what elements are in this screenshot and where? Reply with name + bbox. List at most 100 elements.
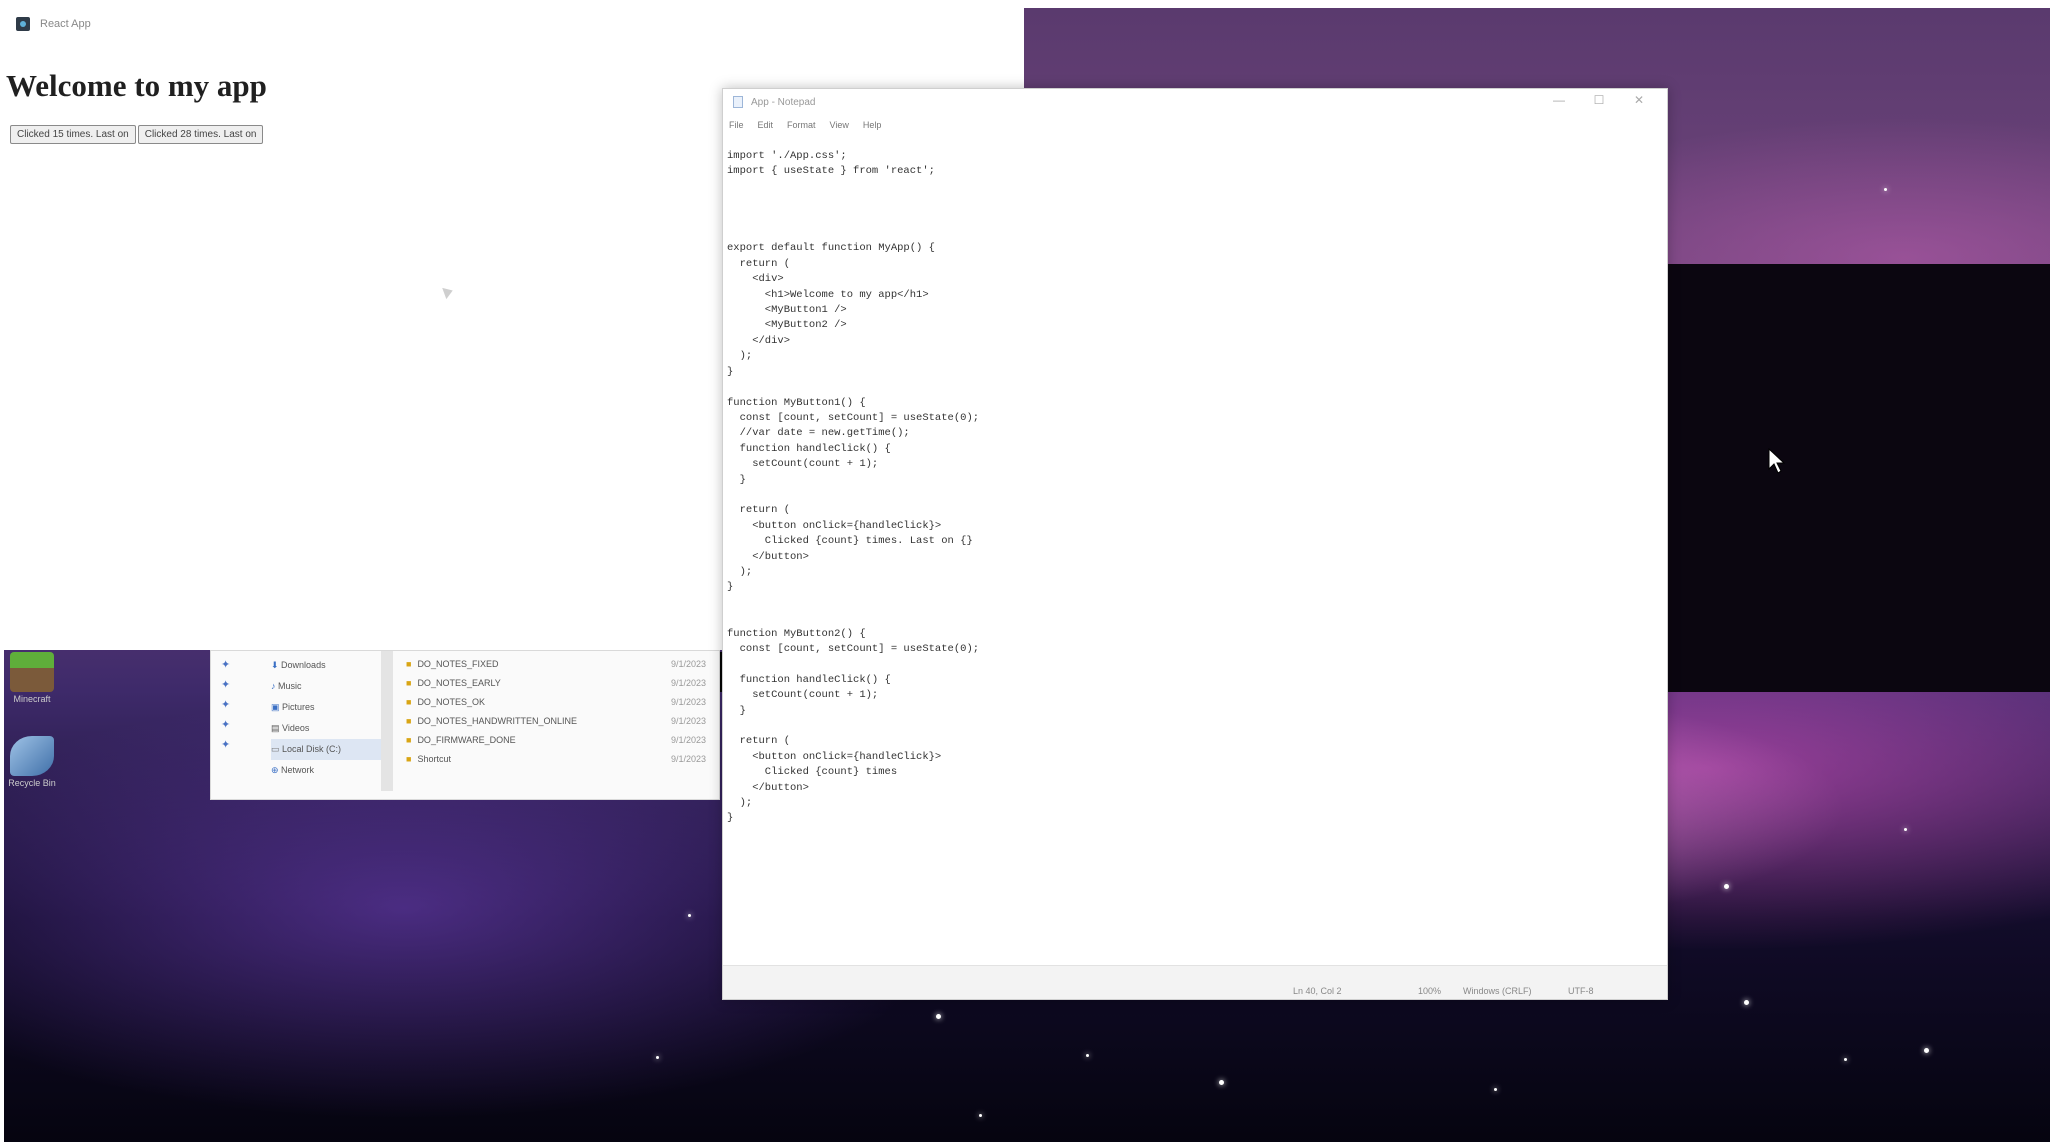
folder-icon: ■: [406, 754, 412, 764]
button-row: Clicked 15 times. Last on Clicked 28 tim…: [10, 125, 265, 144]
nav-item-label: Network: [281, 765, 315, 775]
nav-item-pictures[interactable]: ▣ Pictures: [271, 697, 381, 718]
react-icon: [16, 17, 30, 31]
nav-item-label: Music: [278, 681, 302, 691]
desktop-icon-minecraft[interactable]: Minecraft: [2, 652, 62, 704]
menu-format[interactable]: Format: [787, 120, 816, 130]
click-counter-button-2[interactable]: Clicked 28 times. Last on: [137, 125, 264, 144]
star: [1086, 1054, 1089, 1057]
network-icon: ⊕: [271, 765, 282, 775]
nav-item-label: Pictures: [282, 702, 315, 712]
nav-item-label: Downloads: [281, 660, 326, 670]
click-counter-button-1[interactable]: Clicked 15 times. Last on: [10, 125, 136, 144]
star: [936, 1014, 941, 1019]
encoding: UTF-8: [1568, 986, 1594, 996]
desktop-icon-recycle[interactable]: Recycle Bin: [2, 736, 62, 788]
star: [656, 1056, 659, 1059]
window-controls: — ☐ ✕: [1539, 93, 1659, 107]
music-icon: ♪: [271, 681, 279, 691]
maximize-icon[interactable]: ☐: [1579, 93, 1619, 107]
file-date: 9/1/2023: [671, 678, 707, 688]
list-item[interactable]: ■ DO_FIRMWARE_DONE: [406, 731, 596, 750]
notepad-text-area[interactable]: import './App.css'; import { useState } …: [727, 149, 1657, 959]
file-date: 9/1/2023: [671, 659, 707, 669]
explorer-date-column: 9/1/2023 9/1/2023 9/1/2023 9/1/2023 9/1/…: [671, 655, 719, 769]
folder-icon: ■: [406, 659, 412, 669]
shortcut-icon: [10, 736, 54, 776]
dark-window-background: [1668, 264, 2050, 692]
file-name: DO_FIRMWARE_DONE: [417, 735, 516, 745]
pin-icon[interactable]: ✦: [221, 695, 251, 715]
page-title: Welcome to my app: [6, 68, 267, 103]
explorer-scrollbar[interactable]: [381, 651, 393, 791]
minimize-icon[interactable]: —: [1539, 93, 1579, 107]
nav-item-downloads[interactable]: ⬇ Downloads: [271, 655, 381, 676]
zoom-level: 100%: [1418, 986, 1442, 996]
folder-icon: ■: [406, 735, 412, 745]
nav-item-label: Local Disk (C:): [282, 744, 342, 754]
explorer-nav-pane: ⬇ Downloads ♪ Music ▣ Pictures ▤ Videos …: [271, 655, 381, 781]
folder-icon: ■: [406, 716, 412, 726]
file-date: 9/1/2023: [671, 697, 707, 707]
pin-icon[interactable]: ✦: [221, 655, 251, 675]
file-date: 9/1/2023: [671, 754, 707, 764]
notepad-icon: [733, 96, 743, 108]
file-name: Shortcut: [417, 754, 451, 764]
minecraft-icon: [10, 652, 54, 692]
star: [1844, 1058, 1847, 1061]
file-name: DO_NOTES_OK: [417, 697, 485, 707]
download-icon: ⬇: [271, 660, 282, 670]
star: [1219, 1080, 1224, 1085]
nav-item-network[interactable]: ⊕ Network: [271, 760, 381, 781]
folder-icon: ■: [406, 697, 412, 707]
drive-icon: ▭: [271, 744, 283, 754]
pin-icon[interactable]: ✦: [221, 715, 251, 735]
video-icon: ▤: [271, 723, 283, 733]
list-item[interactable]: ■ Shortcut: [406, 750, 596, 769]
star: [1724, 884, 1729, 889]
browser-tab[interactable]: React App: [4, 8, 1024, 40]
cursor-position: Ln 40, Col 2: [1293, 986, 1342, 996]
notepad-title: App - Notepad: [751, 96, 816, 108]
menu-file[interactable]: File: [729, 120, 744, 130]
notepad-menubar: File Edit Format View Help: [723, 115, 1667, 135]
file-name: DO_NOTES_FIXED: [417, 659, 499, 669]
list-item[interactable]: ■ DO_NOTES_FIXED: [406, 655, 596, 674]
star: [1924, 1048, 1929, 1053]
nav-item-local-disk[interactable]: ▭ Local Disk (C:): [271, 739, 381, 760]
menu-view[interactable]: View: [830, 120, 849, 130]
notepad-status-bar: Ln 40, Col 2 100% Windows (CRLF) UTF-8: [723, 965, 1667, 999]
menu-edit[interactable]: Edit: [758, 120, 774, 130]
file-explorer-window: ✦ ✦ ✦ ✦ ✦ ⬇ Downloads ♪ Music ▣ Pictures…: [210, 650, 720, 800]
explorer-file-list: ■ DO_NOTES_FIXED ■ DO_NOTES_EARLY ■ DO_NOTE…: [406, 655, 596, 769]
notepad-window: App - Notepad — ☐ ✕ File Edit Format Vie…: [722, 88, 1668, 1000]
nav-item-videos[interactable]: ▤ Videos: [271, 718, 381, 739]
browser-tab-title: React App: [40, 18, 91, 30]
file-date: 9/1/2023: [671, 716, 707, 726]
list-item[interactable]: ■ DO_NOTES_OK: [406, 693, 596, 712]
star: [1744, 1000, 1749, 1005]
notepad-titlebar[interactable]: App - Notepad — ☐ ✕: [723, 89, 1667, 115]
cursor-icon: [442, 284, 455, 300]
file-date: 9/1/2023: [671, 735, 707, 745]
file-name: DO_NOTES_EARLY: [417, 678, 501, 688]
star: [1884, 188, 1887, 191]
nav-item-music[interactable]: ♪ Music: [271, 676, 381, 697]
star: [688, 914, 691, 917]
pin-icon[interactable]: ✦: [221, 675, 251, 695]
desktop-icon-label: Minecraft: [13, 694, 51, 704]
star: [1494, 1088, 1497, 1091]
star: [1904, 828, 1907, 831]
desktop-icon-label: Recycle Bin: [8, 778, 56, 788]
star: [979, 1114, 982, 1117]
nav-item-label: Videos: [282, 723, 310, 733]
picture-icon: ▣: [271, 702, 283, 712]
folder-icon: ■: [406, 678, 412, 688]
pin-icon[interactable]: ✦: [221, 735, 251, 755]
list-item[interactable]: ■ DO_NOTES_EARLY: [406, 674, 596, 693]
file-name: DO_NOTES_HANDWRITTEN_ONLINE: [417, 716, 577, 726]
list-item[interactable]: ■ DO_NOTES_HANDWRITTEN_ONLINE: [406, 712, 596, 731]
menu-help[interactable]: Help: [863, 120, 882, 130]
close-icon[interactable]: ✕: [1619, 93, 1659, 107]
line-ending: Windows (CRLF): [1463, 986, 1532, 996]
